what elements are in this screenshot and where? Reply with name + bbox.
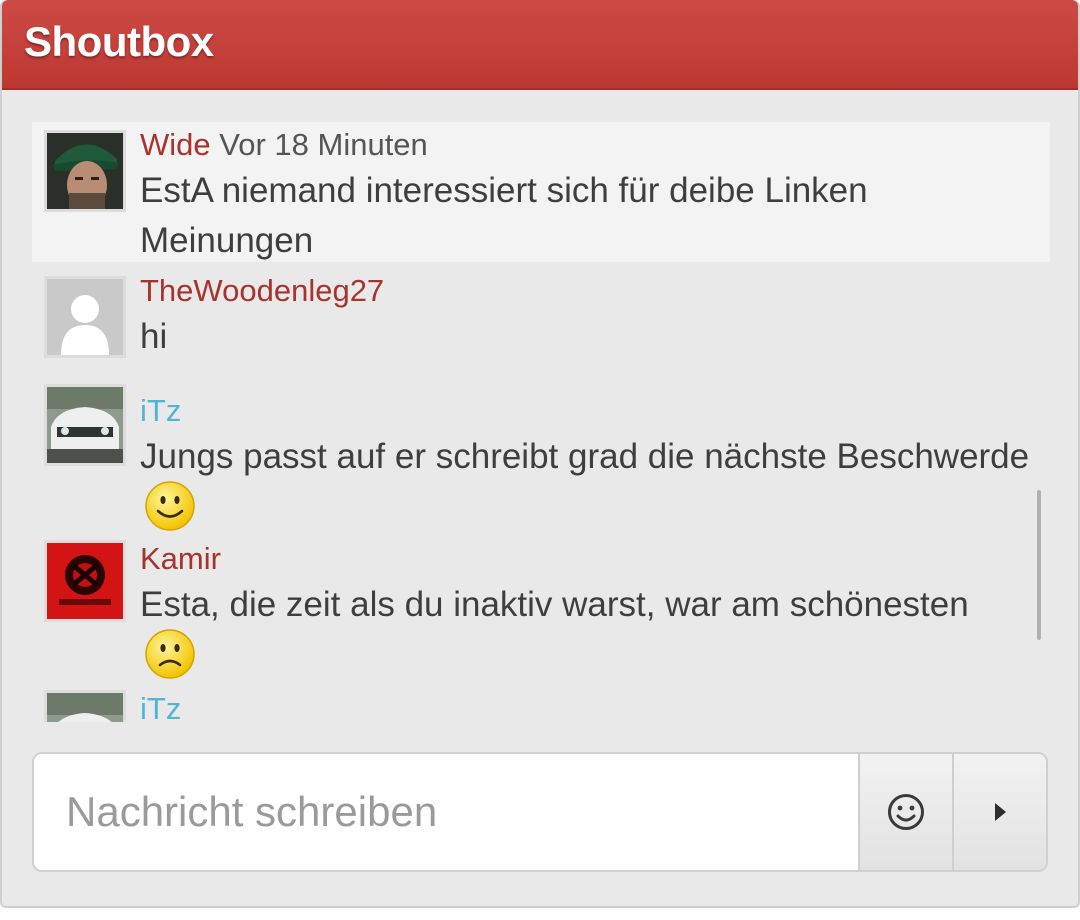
send-button[interactable] bbox=[952, 754, 1046, 870]
smiley-happy-icon bbox=[145, 481, 195, 531]
message-text: Jungs passt auf er schreibt grad die näc… bbox=[140, 432, 1030, 532]
avatar[interactable] bbox=[44, 690, 126, 722]
username[interactable]: iTz bbox=[140, 691, 181, 722]
message-item: iTz bbox=[32, 682, 1050, 722]
message-meta: Kamir bbox=[140, 538, 1030, 580]
username[interactable]: Kamir bbox=[140, 541, 221, 576]
emoji-icon bbox=[888, 794, 924, 830]
message-meta: iTz bbox=[140, 390, 1030, 432]
shoutbox-title: Shoutbox bbox=[24, 18, 214, 65]
message-item: Wide Vor 18 Minuten EstA niemand interes… bbox=[32, 122, 1050, 262]
compose-bar bbox=[32, 752, 1048, 872]
username[interactable]: Wide bbox=[140, 127, 211, 162]
avatar[interactable] bbox=[44, 384, 126, 466]
avatar[interactable] bbox=[44, 540, 126, 622]
message-item: Kamir Esta, die zeit als du inaktiv wars… bbox=[32, 532, 1050, 682]
message-item: iTz Jungs passt auf er schreibt grad die… bbox=[32, 378, 1050, 532]
send-arrow-icon bbox=[995, 803, 1006, 821]
message-text: Esta, die zeit als du inaktiv warst, war… bbox=[140, 580, 1030, 680]
message-list[interactable]: Wide Vor 18 Minuten EstA niemand interes… bbox=[32, 122, 1050, 722]
message-text-content: Jungs passt auf er schreibt grad die näc… bbox=[140, 437, 1030, 476]
message-text: hi bbox=[140, 317, 168, 356]
smiley-sad-icon bbox=[145, 629, 195, 679]
avatar[interactable] bbox=[44, 276, 126, 358]
message-input[interactable] bbox=[34, 754, 858, 870]
username[interactable]: TheWoodenleg27 bbox=[140, 273, 384, 308]
message-text-content: Esta, die zeit als du inaktiv warst, war… bbox=[140, 585, 969, 624]
username[interactable]: iTz bbox=[140, 393, 181, 428]
shoutbox-panel: Shoutbox Wide Vor 18 Minuten EstA nieman… bbox=[0, 0, 1080, 908]
emoji-button[interactable] bbox=[858, 754, 952, 870]
timestamp: Vor 18 Minuten bbox=[219, 127, 428, 162]
message-item: TheWoodenleg27 hi bbox=[32, 262, 1050, 378]
message-list-scrollbar[interactable] bbox=[1037, 490, 1041, 640]
message-text: EstA niemand interessiert sich für deibe… bbox=[140, 171, 868, 260]
message-meta: TheWoodenleg27 bbox=[140, 270, 1030, 312]
avatar[interactable] bbox=[44, 130, 126, 212]
shoutbox-header: Shoutbox bbox=[2, 0, 1078, 90]
message-meta: iTz bbox=[140, 688, 1030, 722]
message-meta: Wide Vor 18 Minuten bbox=[140, 124, 1030, 166]
